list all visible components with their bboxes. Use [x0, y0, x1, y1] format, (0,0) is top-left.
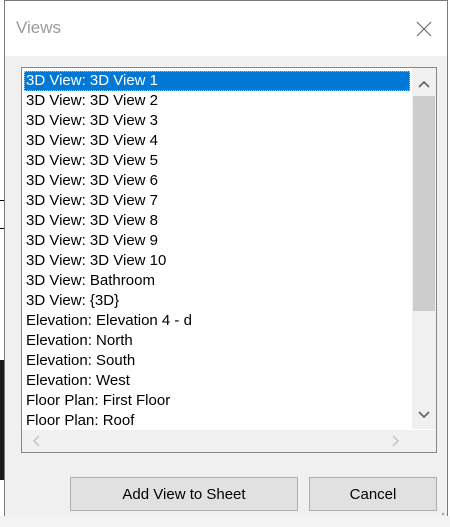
scroll-down-button[interactable]	[412, 404, 436, 426]
title-bar: Views	[5, 1, 447, 56]
list-item[interactable]: 3D View: 3D View 8	[24, 211, 410, 231]
list-item[interactable]: 3D View: 3D View 5	[24, 151, 410, 171]
views-dialog: Views 3D View: 3D View 1 3D View: 3D View…	[4, 0, 448, 522]
scroll-up-button[interactable]	[412, 73, 436, 95]
scroll-right-button[interactable]	[386, 430, 406, 452]
list-item[interactable]: 3D View: 3D View 2	[24, 91, 410, 111]
list-item[interactable]: 3D View: 3D View 6	[24, 171, 410, 191]
add-view-to-sheet-button[interactable]: Add View to Sheet	[70, 477, 298, 511]
background-bottom-edge	[0, 516, 450, 527]
list-item[interactable]: 3D View: 3D View 4	[24, 131, 410, 151]
cancel-button[interactable]: Cancel	[309, 477, 437, 511]
list-item[interactable]: 3D View: 3D View 7	[24, 191, 410, 211]
list-item[interactable]: Elevation: West	[24, 371, 410, 391]
list-item[interactable]: 3D View: 3D View 3	[24, 111, 410, 131]
views-listbox[interactable]: 3D View: 3D View 1 3D View: 3D View 2 3D V…	[21, 67, 437, 453]
window-title: Views	[16, 18, 62, 37]
list-item[interactable]: Elevation: Elevation 4 - d	[24, 311, 410, 331]
list-item[interactable]: 3D View: {3D}	[24, 291, 410, 311]
close-icon	[416, 21, 432, 36]
list-item[interactable]: 3D View: 3D View 1	[24, 71, 410, 91]
chevron-down-icon	[418, 411, 430, 419]
list-item[interactable]: Elevation: South	[24, 351, 410, 371]
vertical-scroll-thumb[interactable]	[413, 96, 435, 311]
list-item[interactable]: 3D View: 3D View 10	[24, 251, 410, 271]
list-item[interactable]: Floor Plan: First Floor	[24, 391, 410, 411]
list-item[interactable]: 3D View: 3D View 9	[24, 231, 410, 251]
chevron-up-icon	[418, 80, 430, 88]
views-list: 3D View: 3D View 1 3D View: 3D View 2 3D V…	[24, 71, 410, 431]
vertical-scrollbar[interactable]	[412, 68, 436, 429]
list-item[interactable]: Floor Plan: Roof	[24, 411, 410, 431]
horizontal-scrollbar[interactable]	[22, 430, 412, 452]
close-button[interactable]	[401, 1, 447, 56]
scroll-left-button[interactable]	[26, 430, 46, 452]
list-item[interactable]: 3D View: Bathroom	[24, 271, 410, 291]
chevron-left-icon	[33, 435, 40, 447]
chevron-right-icon	[392, 435, 399, 447]
scroll-corner	[412, 430, 436, 452]
list-item[interactable]: Elevation: North	[24, 331, 410, 351]
